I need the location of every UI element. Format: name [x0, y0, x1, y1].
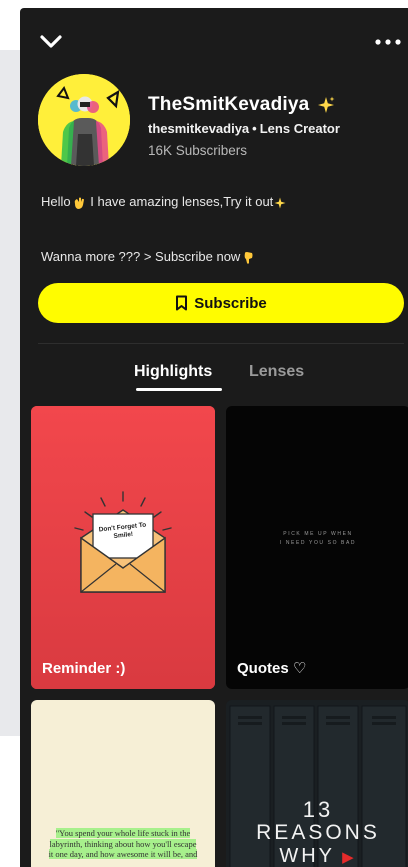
divider: [38, 343, 404, 344]
quote-text: PICK ME UP WHEN I NEED YOU SO BAD: [226, 530, 408, 548]
tab-lenses[interactable]: Lenses: [249, 363, 304, 381]
chevron-down-icon: [40, 35, 62, 48]
quote-line-1: PICK ME UP WHEN: [283, 531, 353, 537]
tab-highlights[interactable]: Highlights: [134, 363, 212, 381]
show-title: 13 REASONS WHY ▶: [226, 798, 408, 867]
envelope-illustration: [31, 406, 215, 689]
subscriber-count: 16K Subscribers: [148, 143, 248, 158]
profile-handle-row: thesmitkevadiya • Lens Creator: [148, 121, 340, 136]
backdrop-panel: [0, 50, 20, 736]
avatar-image: [38, 74, 130, 166]
waving-hand-icon: [74, 197, 84, 209]
bio-line-1-start: Hello: [41, 194, 71, 209]
bookmark-icon: [176, 295, 188, 311]
highlight-card-book-quote[interactable]: "You spend your whole life stuck in the …: [31, 700, 215, 867]
top-bar: [20, 8, 408, 68]
show-title-line-3: WHY: [279, 845, 335, 867]
profile-name: TheSmitKevadiya: [148, 94, 310, 115]
avatar[interactable]: [38, 74, 130, 166]
highlight-card-reminder[interactable]: Don't Forget To Smile! Reminder :): [31, 406, 215, 689]
book-quote-line-1: "You spend your whole life stuck in the: [55, 828, 191, 838]
profile-handle: thesmitkevadiya: [148, 121, 250, 136]
more-dots-icon: [375, 39, 401, 45]
show-title-line-1: 13: [302, 797, 334, 822]
book-quote-text: "You spend your whole life stuck in the …: [45, 828, 201, 860]
quote-line-2: I NEED YOU SO BAD: [279, 540, 357, 546]
bio-line-1-end: I have amazing lenses,Try it out: [90, 194, 274, 209]
back-button[interactable]: [34, 28, 68, 56]
play-icon: ▶: [334, 849, 357, 866]
bio-line-2: Wanna more ??? > Subscribe now: [41, 249, 256, 265]
bio-line-1: Hello I have amazing lenses,Try it out: [41, 194, 287, 210]
highlight-card-13-reasons-why[interactable]: 13 REASONS WHY ▶: [226, 700, 408, 867]
profile-screen: TheSmitKevadiya thesmitkevadiya • Lens Cre…: [20, 8, 408, 867]
sparkle-icon: [318, 96, 335, 113]
profile-name-row: TheSmitKevadiya: [148, 94, 335, 116]
bio-line-2-text: Wanna more ??? > Subscribe now: [41, 249, 241, 264]
highlight-title: Reminder :): [42, 660, 126, 677]
highlight-title: Quotes ♡: [237, 660, 307, 677]
book-quote-line-2: labyrinth, thinking about how you'll esc…: [49, 838, 197, 849]
pointing-down-hand-icon: [244, 251, 253, 264]
tab-selected-indicator: [136, 388, 222, 391]
sparkle-small-icon: [274, 197, 286, 209]
highlight-card-quotes[interactable]: PICK ME UP WHEN I NEED YOU SO BAD Quotes…: [226, 406, 408, 689]
profile-role: Lens Creator: [259, 121, 340, 136]
bullet-separator: •: [252, 121, 257, 136]
show-title-line-2: REASONS: [256, 821, 380, 844]
subscribe-button[interactable]: Subscribe: [38, 283, 404, 323]
subscribe-label: Subscribe: [194, 294, 267, 312]
book-quote-line-3: it one day, and how awesome it will be, …: [48, 849, 198, 859]
more-options-button[interactable]: [372, 30, 404, 54]
